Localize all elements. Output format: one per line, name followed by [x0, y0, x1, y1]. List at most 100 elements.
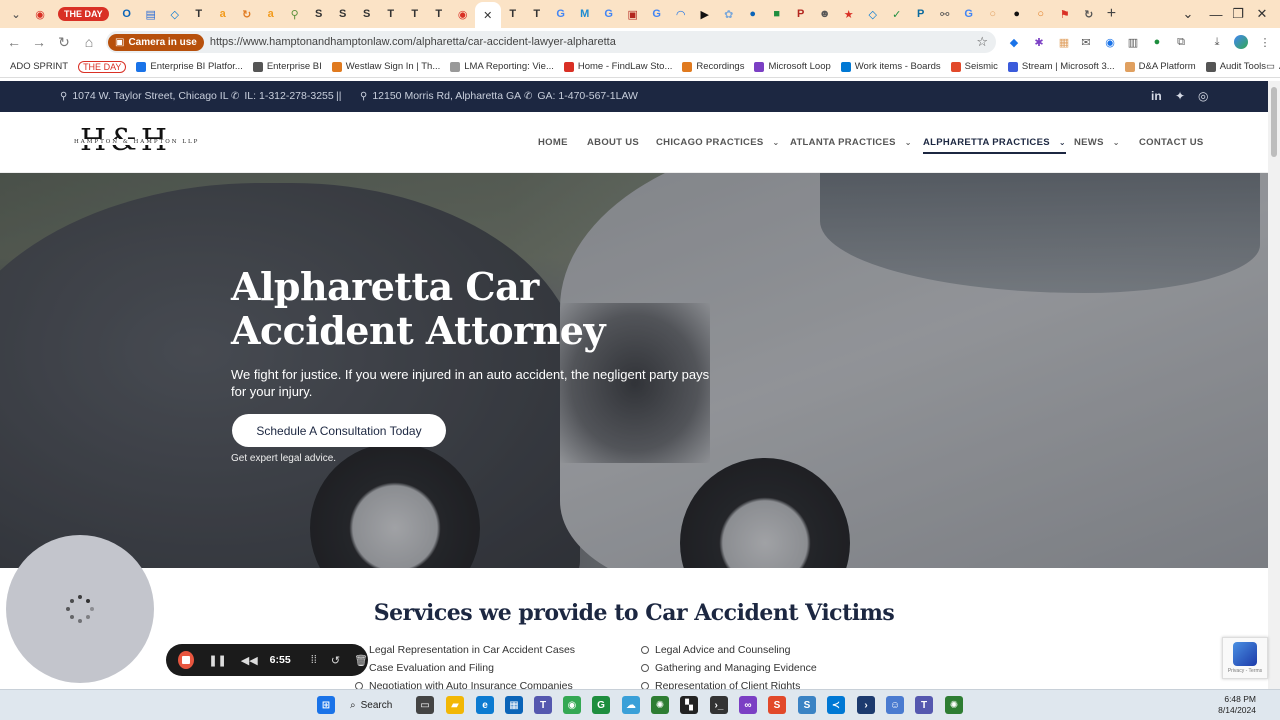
- bookmark-item[interactable]: Home - FindLaw Sto...: [563, 61, 672, 72]
- bookmark-item[interactable]: LMA Reporting: Vie...: [450, 61, 554, 72]
- windows-start-icon[interactable]: ⊞: [317, 696, 335, 714]
- edge-icon[interactable]: e: [476, 696, 494, 714]
- bookmark-item[interactable]: Stream | Microsoft 3...: [1007, 61, 1115, 72]
- system-clock[interactable]: 6:48 PM 8/14/2024: [1218, 694, 1256, 716]
- tab-g4[interactable]: G: [957, 3, 981, 25]
- bookmark-item[interactable]: Enterprise BI: [252, 61, 322, 72]
- tab-blue[interactable]: ●: [741, 3, 765, 25]
- stop-recording-button[interactable]: [178, 651, 195, 669]
- tab-green[interactable]: ■: [765, 3, 789, 25]
- tab-red[interactable]: ▣: [621, 3, 645, 25]
- drag-handle-icon[interactable]: ⁞⁞: [311, 654, 317, 666]
- nav-item-chicago-practices[interactable]: CHICAGO PRACTICES ⌄: [656, 137, 780, 148]
- tab-s1[interactable]: S: [307, 3, 331, 25]
- tab-recording[interactable]: ◉: [28, 3, 52, 25]
- bookmark-item[interactable]: D&A Platform: [1124, 61, 1196, 72]
- vscode-icon[interactable]: ≺: [827, 696, 845, 714]
- new-tab-plus-icon[interactable]: +: [1107, 5, 1116, 23]
- nav-item-home[interactable]: HOME: [538, 137, 568, 148]
- browser-menu-icon[interactable]: ⋮: [1256, 33, 1274, 51]
- tab-azure[interactable]: ◇: [163, 3, 187, 25]
- extension-tag-icon[interactable]: ◆: [1005, 33, 1023, 51]
- tab-t4[interactable]: T: [427, 3, 451, 25]
- nav-item-alpharetta-practices[interactable]: ALPHARETTA PRACTICES ⌄: [923, 137, 1066, 154]
- extension-grammarly-icon[interactable]: ●: [1148, 33, 1166, 51]
- teams-alt-icon[interactable]: T: [915, 696, 933, 714]
- visual-studio-icon[interactable]: ∞: [739, 696, 757, 714]
- tab-azure2[interactable]: ◇: [861, 3, 885, 25]
- tab-star[interactable]: ★: [837, 3, 861, 25]
- ga-phone[interactable]: ✆ GA: 1-470-567-1LAW: [524, 90, 638, 102]
- address-bar[interactable]: ▣ Camera in use https://www.hamptonandha…: [106, 31, 996, 53]
- tab-circle[interactable]: ○: [981, 3, 1005, 25]
- extension-grid-icon[interactable]: ▥: [1124, 33, 1142, 51]
- store-icon[interactable]: ▦: [505, 696, 523, 714]
- home-icon[interactable]: ⌂: [78, 31, 100, 53]
- nav-item-about-us[interactable]: ABOUT US: [587, 137, 639, 148]
- grammarly-taskbar-icon[interactable]: G: [592, 696, 610, 714]
- tab-s3[interactable]: S: [355, 3, 379, 25]
- tab-t6[interactable]: T: [525, 3, 549, 25]
- tab-t2[interactable]: T: [379, 3, 403, 25]
- webcam-bubble[interactable]: [6, 535, 154, 683]
- tab-speed[interactable]: ◠: [669, 3, 693, 25]
- recorder-app-icon[interactable]: ✺: [945, 696, 963, 714]
- extensions-puzzle-icon[interactable]: ⧉: [1172, 33, 1190, 51]
- bookmark-item[interactable]: Audit Tools: [1205, 61, 1266, 72]
- alpharetta-address[interactable]: ⚲ 12150 Morris Rd, Alpharetta GA: [360, 90, 521, 102]
- tab-t1[interactable]: T: [187, 3, 211, 25]
- chicago-address[interactable]: ⚲ 1074 W. Taylor Street, Chicago IL: [60, 90, 229, 102]
- tab-check[interactable]: ✓: [885, 3, 909, 25]
- settings-app-icon[interactable]: ✺: [651, 696, 669, 714]
- page-scrollbar[interactable]: [1268, 81, 1280, 689]
- nav-item-atlanta-practices[interactable]: ATLANTA PRACTICES ⌄: [790, 137, 912, 148]
- delete-icon[interactable]: 🗑: [354, 654, 368, 667]
- url-text[interactable]: https://www.hamptonandhamptonlaw.com/alp…: [210, 36, 616, 48]
- tab-amazon2[interactable]: a: [259, 3, 283, 25]
- tab-doc[interactable]: ▤: [139, 3, 163, 25]
- tab-t3[interactable]: T: [403, 3, 427, 25]
- pause-icon[interactable]: ❚❚: [208, 654, 226, 667]
- instagram-icon[interactable]: ◎: [1198, 89, 1208, 103]
- tab-last[interactable]: ↻: [1077, 3, 1101, 25]
- bookmark-item[interactable]: THE DAY: [78, 60, 127, 73]
- taskbar-search[interactable]: ⌕ Search: [350, 695, 408, 715]
- restart-icon[interactable]: ↺: [331, 654, 340, 667]
- all-bookmarks-button[interactable]: ▭All Bookmarks: [1266, 61, 1280, 72]
- bookmark-item[interactable]: Work items - Boards: [840, 61, 941, 72]
- cloud-app-icon[interactable]: ☁: [622, 696, 640, 714]
- tab-play[interactable]: ▶: [693, 3, 717, 25]
- extension-mail-icon[interactable]: ✉: [1077, 33, 1095, 51]
- sublime-icon[interactable]: S: [768, 696, 786, 714]
- tab-amazon[interactable]: a: [211, 3, 235, 25]
- tab-orange[interactable]: ○: [1029, 3, 1053, 25]
- extension-puzzle-icon[interactable]: ▦: [1055, 33, 1073, 51]
- schedule-consultation-button[interactable]: Schedule A Consultation Today: [232, 414, 446, 447]
- bookmark-item[interactable]: Recordings: [682, 61, 744, 72]
- tab-m[interactable]: M: [573, 3, 597, 25]
- tab-s2[interactable]: S: [331, 3, 355, 25]
- recaptcha-badge[interactable]: Privacy - Terms: [1222, 637, 1268, 679]
- people-app-icon[interactable]: ☺: [886, 696, 904, 714]
- camera-in-use-chip[interactable]: ▣ Camera in use: [108, 33, 204, 51]
- bookmark-item[interactable]: Microsoft Loop: [754, 61, 831, 72]
- scrollbar-thumb[interactable]: [1271, 87, 1277, 157]
- downloads-icon[interactable]: ⤓: [1208, 33, 1226, 51]
- tab-tool[interactable]: ✿: [717, 3, 741, 25]
- nav-item-contact-us[interactable]: CONTACT US: [1139, 137, 1204, 148]
- terminal-icon[interactable]: ›_: [710, 696, 728, 714]
- extension-bug-icon[interactable]: ✱: [1030, 33, 1048, 51]
- tab-link[interactable]: ⚯: [933, 3, 957, 25]
- tab-g3[interactable]: G: [645, 3, 669, 25]
- linkedin-icon[interactable]: in: [1151, 89, 1162, 103]
- file-explorer-icon[interactable]: ▰: [446, 696, 464, 714]
- tab-sharepoint[interactable]: P: [909, 3, 933, 25]
- extension-drop-icon[interactable]: ◉: [1101, 33, 1119, 51]
- powershell-icon[interactable]: ›: [857, 696, 875, 714]
- task-view-icon[interactable]: ▭: [416, 696, 434, 714]
- twitter-icon[interactable]: ✦: [1175, 89, 1185, 103]
- tab-dark[interactable]: ●: [1005, 3, 1029, 25]
- bookmark-star-icon[interactable]: ☆: [976, 34, 988, 50]
- tab-chevron[interactable]: ⌄: [4, 3, 28, 25]
- bookmark-item[interactable]: Enterprise BI Platfor...: [136, 61, 243, 72]
